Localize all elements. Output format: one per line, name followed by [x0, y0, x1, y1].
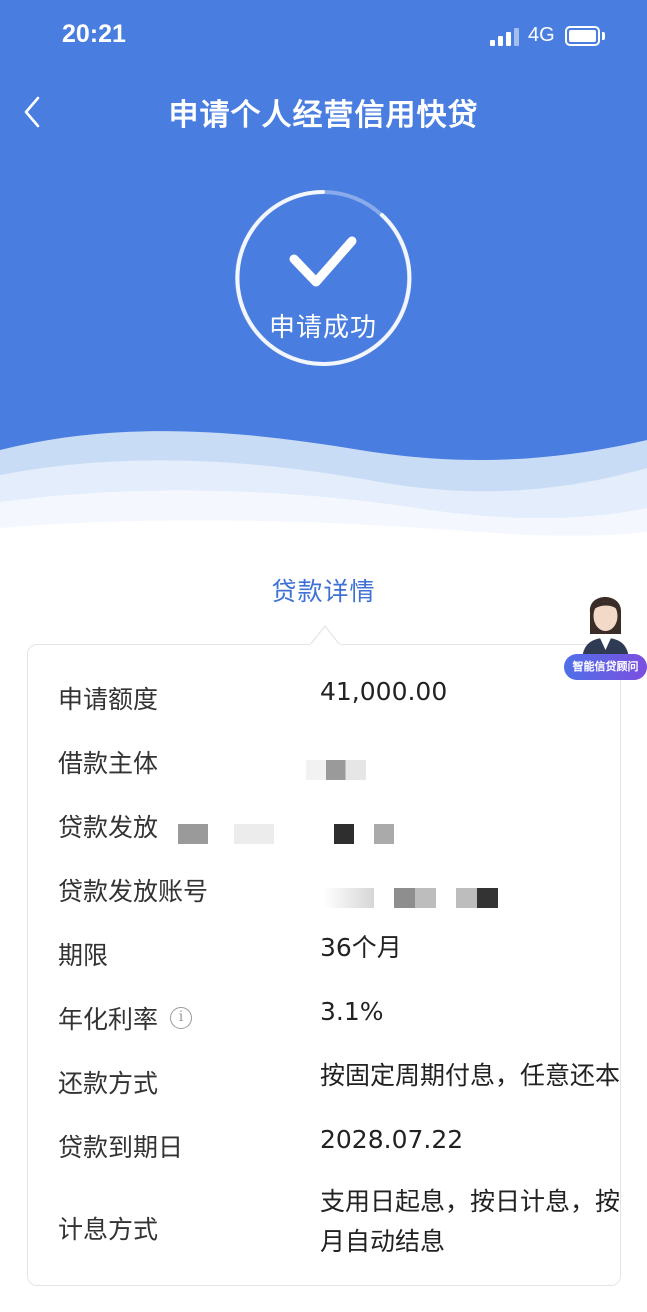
detail-label: 年化利率 i	[58, 1000, 193, 1036]
status-bar: 20:21 4G	[0, 0, 647, 70]
info-icon[interactable]: i	[170, 1007, 193, 1029]
network-type: 4G	[528, 24, 555, 46]
masked-value	[178, 824, 208, 844]
masked-value	[456, 888, 498, 908]
battery-tip	[602, 32, 605, 40]
detail-value: 按固定周期付息，任意还本	[320, 1061, 621, 1090]
masked-value	[324, 888, 374, 908]
detail-label: 期限	[58, 941, 109, 970]
check-icon	[289, 236, 357, 287]
detail-label: 申请额度	[58, 685, 159, 714]
wave-decoration	[0, 431, 647, 540]
masked-value	[374, 824, 394, 844]
smart-advisor-button[interactable]: 智能信贷顾问	[564, 582, 647, 682]
detail-label: 借款主体	[58, 749, 159, 778]
masked-value	[334, 824, 354, 844]
detail-value: 支用日起息，按日计息，按月自动结息	[320, 1187, 621, 1256]
masked-value	[306, 760, 366, 780]
result-status: 申请成功	[268, 313, 377, 343]
page-title: 申请个人经营信用快贷	[168, 98, 479, 133]
masked-value	[234, 824, 274, 844]
card-pointer	[310, 625, 340, 646]
detail-label: 贷款发放账号	[58, 877, 209, 906]
advisor-avatar-icon	[582, 597, 629, 662]
header-banner: 20:21 4G 申请个人经营信用快贷 申请成功	[0, 0, 647, 540]
detail-label: 贷款到期日	[58, 1133, 184, 1162]
detail-value: 2028.07.22	[320, 1125, 464, 1154]
detail-value: 3.1%	[320, 997, 384, 1026]
loan-details-heading: 贷款详情	[271, 577, 376, 606]
loan-details-card: 申请额度 41,000.00 借款主体 贷款发放 贷款发放账号 期限 36个月 …	[27, 644, 621, 1286]
detail-value: 36个月	[320, 933, 402, 962]
battery-icon	[565, 26, 600, 46]
detail-label: 计息方式	[58, 1215, 159, 1244]
signal-icon	[490, 26, 520, 46]
masked-value	[394, 888, 436, 908]
detail-label-text: 年化利率	[58, 1005, 159, 1034]
detail-label: 还款方式	[58, 1069, 159, 1098]
detail-label: 贷款发放	[58, 813, 159, 842]
status-time: 20:21	[62, 20, 126, 48]
advisor-badge[interactable]: 智能信贷顾问	[564, 654, 647, 680]
